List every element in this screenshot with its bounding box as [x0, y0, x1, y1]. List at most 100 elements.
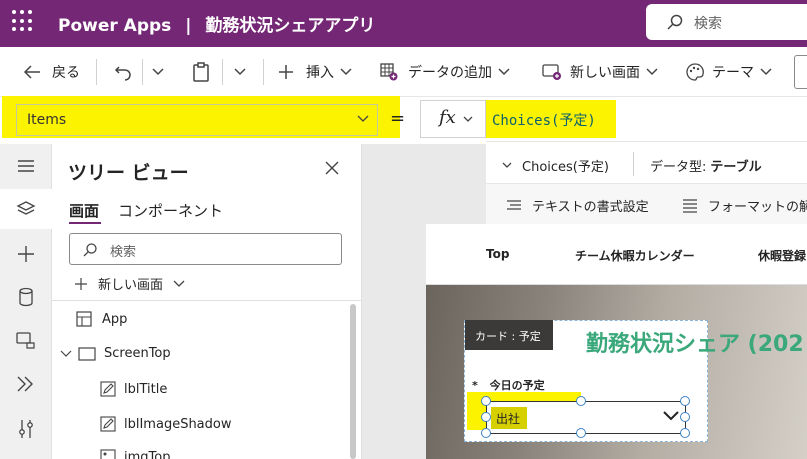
back-button[interactable]: 戻る [22, 61, 80, 83]
flow-icon [17, 376, 33, 392]
panel-title: ツリー ビュー [68, 162, 189, 184]
global-search-input[interactable]: 検索 [646, 4, 807, 40]
chevron-down-icon [340, 68, 352, 76]
tools-icon [19, 420, 33, 438]
undo-button[interactable] [114, 61, 132, 83]
plus-icon [18, 246, 34, 262]
add-data-button[interactable]: データの追加 [380, 61, 510, 83]
fx-label: fx [439, 107, 456, 128]
chevron-down-icon [60, 350, 72, 357]
close-icon[interactable] [324, 160, 340, 176]
hamburger-icon [18, 160, 34, 172]
function-button[interactable]: fx [420, 100, 486, 138]
active-tab-indicator [69, 222, 101, 224]
chevron-down-icon [152, 68, 164, 76]
new-screen-label: 新しい画面 [98, 278, 164, 293]
text-format-button[interactable]: テキストの書式設定 [506, 196, 649, 215]
format-toolbar: テキストの書式設定 フォーマットの解除 [486, 184, 807, 224]
table-add-icon [380, 63, 398, 81]
chevron-down-icon [760, 68, 772, 76]
node-label: lblTitle [124, 381, 168, 397]
formula-text[interactable]: Choices(予定) [492, 110, 596, 130]
insert-rail-button[interactable] [0, 234, 52, 274]
undo-menu-button[interactable] [152, 61, 164, 83]
chevron-down-icon [498, 68, 510, 76]
media-button[interactable] [0, 320, 52, 360]
add-data-label: データの追加 [408, 65, 492, 81]
field-label-text: 今日の予定 [489, 379, 545, 392]
choices-expander[interactable]: Choices(予定) [502, 156, 609, 175]
tree-view-button[interactable] [0, 189, 52, 229]
title-separator: | [185, 16, 192, 36]
node-label: lblImageShadow [124, 416, 232, 432]
nav-team-calendar[interactable]: チーム休暇カレンダー [575, 247, 695, 264]
overflow-control[interactable] [794, 55, 807, 89]
tab-screens[interactable]: 画面 [69, 200, 99, 221]
divider [52, 300, 362, 301]
arrow-left-icon [23, 65, 40, 79]
tab-components[interactable]: コンポーネント [118, 200, 223, 221]
datatype-label: データ型: [650, 160, 707, 175]
chevron-down-icon [173, 280, 185, 287]
resize-handle[interactable] [481, 428, 491, 438]
app-launcher-icon[interactable] [12, 10, 34, 32]
new-screen-label: 新しい画面 [570, 65, 640, 81]
power-automate-button[interactable] [0, 364, 52, 404]
nav-top[interactable]: Top [486, 247, 509, 261]
resize-handle[interactable] [680, 428, 690, 438]
command-bar: 戻る 挿入 データの追加 新しい画面 テーマ [0, 47, 807, 97]
list-icon [683, 198, 697, 213]
resize-handle[interactable] [481, 396, 491, 406]
resize-handle[interactable] [680, 396, 690, 406]
app-name: 勤務状況シェアアプリ [205, 16, 376, 36]
title-bar: Power Apps | 勤務状況シェアアプリ 検索 [0, 0, 807, 47]
search-icon [83, 243, 97, 257]
divider [222, 59, 223, 85]
equals-sign: = [390, 108, 406, 129]
property-value: Items [27, 112, 67, 128]
tree-node-screentop[interactable]: ScreenTop [60, 346, 171, 361]
undo-icon [114, 66, 131, 81]
new-screen-link[interactable]: 新しい画面 [74, 274, 185, 293]
chevron-down-icon[interactable] [662, 410, 680, 422]
image-icon [100, 449, 116, 459]
tree-node-app[interactable]: App [76, 311, 127, 327]
tree-search-input[interactable]: 検索 [69, 233, 342, 265]
theme-button[interactable]: テーマ [686, 61, 772, 83]
resize-handle[interactable] [576, 396, 586, 406]
property-dropdown[interactable]: Items [16, 104, 378, 136]
tree-scrollbar[interactable] [350, 304, 356, 459]
resize-handle[interactable] [481, 412, 491, 422]
screen-icon [78, 346, 96, 361]
search-placeholder: 検索 [694, 16, 722, 32]
nav-leave-register[interactable]: 休暇登録 [758, 247, 806, 264]
tree-node-imgtop[interactable]: imgTop [100, 449, 170, 459]
divider [142, 59, 143, 85]
resize-handle[interactable] [576, 428, 586, 438]
app-heading: 勤務状況シェア (202 [586, 332, 804, 357]
tree-node-lblimageshadow[interactable]: lblImageShadow [100, 416, 232, 432]
theme-label: テーマ [712, 65, 754, 81]
advanced-tools-button[interactable] [0, 409, 52, 449]
back-label: 戻る [52, 65, 80, 81]
hamburger-button[interactable] [0, 146, 52, 186]
resize-handle[interactable] [680, 412, 690, 422]
tree-node-lbltitle[interactable]: lblTitle [100, 381, 167, 397]
node-label: ScreenTop [104, 346, 171, 361]
remove-format-button[interactable]: フォーマットの解除 [682, 196, 807, 215]
paste-menu-button[interactable] [234, 61, 246, 83]
formula-suggestion-bar: Choices(予定) データ型: テーブル [486, 144, 807, 184]
label-edit-icon [100, 416, 116, 432]
selected-item-chip[interactable]: 出社 [491, 407, 527, 429]
new-screen-button[interactable]: 新しい画面 [542, 61, 658, 83]
chip-text: 出社 [496, 412, 521, 426]
insert-button[interactable]: 挿入 [278, 61, 352, 83]
app-nav-bar: Top チーム休暇カレンダー 休暇登録 [426, 224, 807, 285]
database-icon [19, 287, 33, 307]
remove-format-label: フォーマットの解除 [708, 200, 807, 215]
field-label: * 今日の予定 [472, 377, 545, 393]
divider [96, 59, 97, 85]
paste-button[interactable] [192, 61, 210, 83]
data-button[interactable] [0, 277, 52, 317]
left-rail [0, 144, 52, 459]
